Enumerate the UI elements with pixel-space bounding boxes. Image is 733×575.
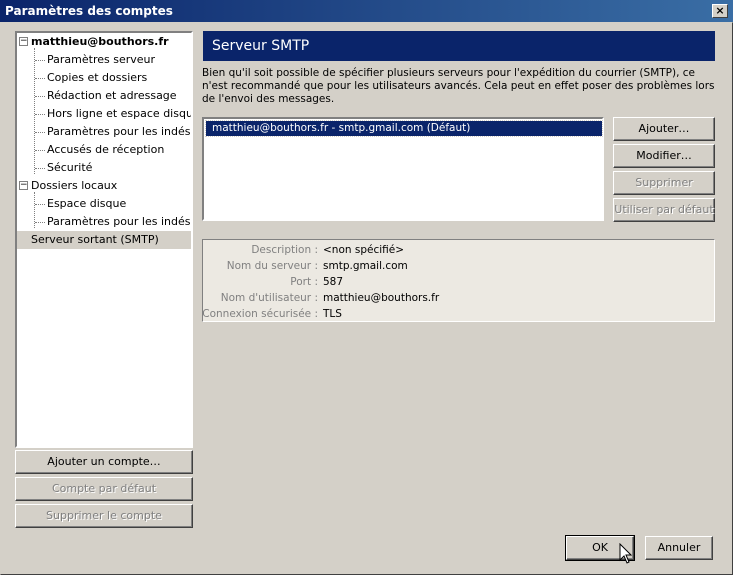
detail-value: <non spécifié> — [323, 244, 405, 256]
detail-value: 587 — [323, 276, 344, 288]
panel-title: Serveur SMTP — [212, 38, 310, 54]
smtp-server-list[interactable]: matthieu@bouthors.fr - smtp.gmail.com (D… — [202, 117, 604, 221]
panel-description: Bien qu'il soit possible de spécifier pl… — [202, 67, 715, 105]
detail-label: Nom d'utilisateur : — [220, 292, 318, 304]
detail-value: smtp.gmail.com — [323, 260, 408, 272]
delete-account-button[interactable]: Supprimer le compte — [15, 504, 193, 528]
account-tree[interactable]: − matthieu@bouthors.fr Paramètres serveu… — [15, 31, 193, 448]
mouse-cursor-icon — [619, 543, 633, 564]
detail-value: TLS — [323, 308, 342, 320]
detail-row-port: Port : 587 — [203, 274, 714, 290]
server-details: Description : <non spécifié> Nom du serv… — [202, 239, 715, 322]
tree-item-label: Accusés de réception — [47, 143, 165, 156]
edit-server-button[interactable]: Modifier… — [613, 144, 715, 168]
detail-row-description: Description : <non spécifié> — [203, 242, 714, 258]
collapse-icon[interactable]: − — [19, 181, 28, 190]
tree-item-label: Rédaction et adressage — [47, 89, 177, 102]
tree-item-disk-space[interactable]: Espace disque — [17, 195, 191, 213]
tree-item-local-folders[interactable]: − Dossiers locaux — [17, 177, 191, 195]
tree-item-label: Espace disque — [47, 197, 127, 210]
detail-value: matthieu@bouthors.fr — [323, 292, 440, 304]
local-folders-label: Dossiers locaux — [31, 179, 118, 192]
default-account-button[interactable]: Compte par défaut — [15, 477, 193, 501]
detail-row-server-name: Nom du serveur : smtp.gmail.com — [203, 258, 714, 274]
collapse-icon[interactable]: − — [19, 37, 28, 46]
detail-row-username: Nom d'utilisateur : matthieu@bouthors.fr — [203, 290, 714, 306]
add-account-button[interactable]: Ajouter un compte… — [15, 450, 193, 474]
tree-item-receipts[interactable]: Accusés de réception — [17, 141, 191, 159]
outgoing-server-label: Serveur sortant (SMTP) — [31, 233, 159, 246]
tree-item-local-junk-settings[interactable]: Paramètres pour les indésir… — [17, 213, 193, 231]
tree-item-label: Paramètres pour les indésir… — [47, 215, 193, 228]
tree-item-label: Sécurité — [47, 161, 93, 174]
tree-item-server-settings[interactable]: Paramètres serveur — [17, 51, 191, 69]
tree-item-label: Paramètres pour les indésir… — [47, 125, 193, 138]
window-title: Paramètres des comptes — [5, 4, 173, 18]
set-default-server-button[interactable]: Utiliser par défaut — [613, 198, 715, 222]
tree-item-junk-settings[interactable]: Paramètres pour les indésir… — [17, 123, 193, 141]
detail-label: Port : — [290, 276, 318, 288]
add-server-button[interactable]: Ajouter… — [613, 117, 715, 141]
account-label: matthieu@bouthors.fr — [31, 35, 169, 48]
detail-row-secure-connection: Connexion sécurisée : TLS — [202, 306, 714, 322]
delete-server-button[interactable]: Supprimer — [613, 171, 715, 195]
tree-item-offline-disk[interactable]: Hors ligne et espace disque — [17, 105, 193, 123]
tree-item-label: Hors ligne et espace disque — [47, 107, 193, 120]
close-button[interactable]: × — [712, 4, 728, 18]
detail-label: Description : — [251, 244, 318, 256]
panel-header: Serveur SMTP — [203, 31, 715, 61]
tree-item-label: Paramètres serveur — [47, 53, 156, 66]
detail-label: Connexion sécurisée : — [202, 308, 318, 320]
detail-label: Nom du serveur : — [226, 260, 318, 272]
smtp-server-item[interactable]: matthieu@bouthors.fr - smtp.gmail.com (D… — [205, 120, 603, 137]
title-bar: Paramètres des comptes × — [0, 0, 733, 22]
cancel-button[interactable]: Annuler — [645, 536, 713, 560]
tree-item-account[interactable]: − matthieu@bouthors.fr — [17, 33, 191, 51]
tree-item-label: Copies et dossiers — [47, 71, 148, 84]
tree-item-security[interactable]: Sécurité — [17, 159, 191, 177]
tree-item-outgoing-server[interactable]: Serveur sortant (SMTP) — [17, 231, 191, 249]
tree-item-copies-folders[interactable]: Copies et dossiers — [17, 69, 191, 87]
tree-item-composition[interactable]: Rédaction et adressage — [17, 87, 191, 105]
